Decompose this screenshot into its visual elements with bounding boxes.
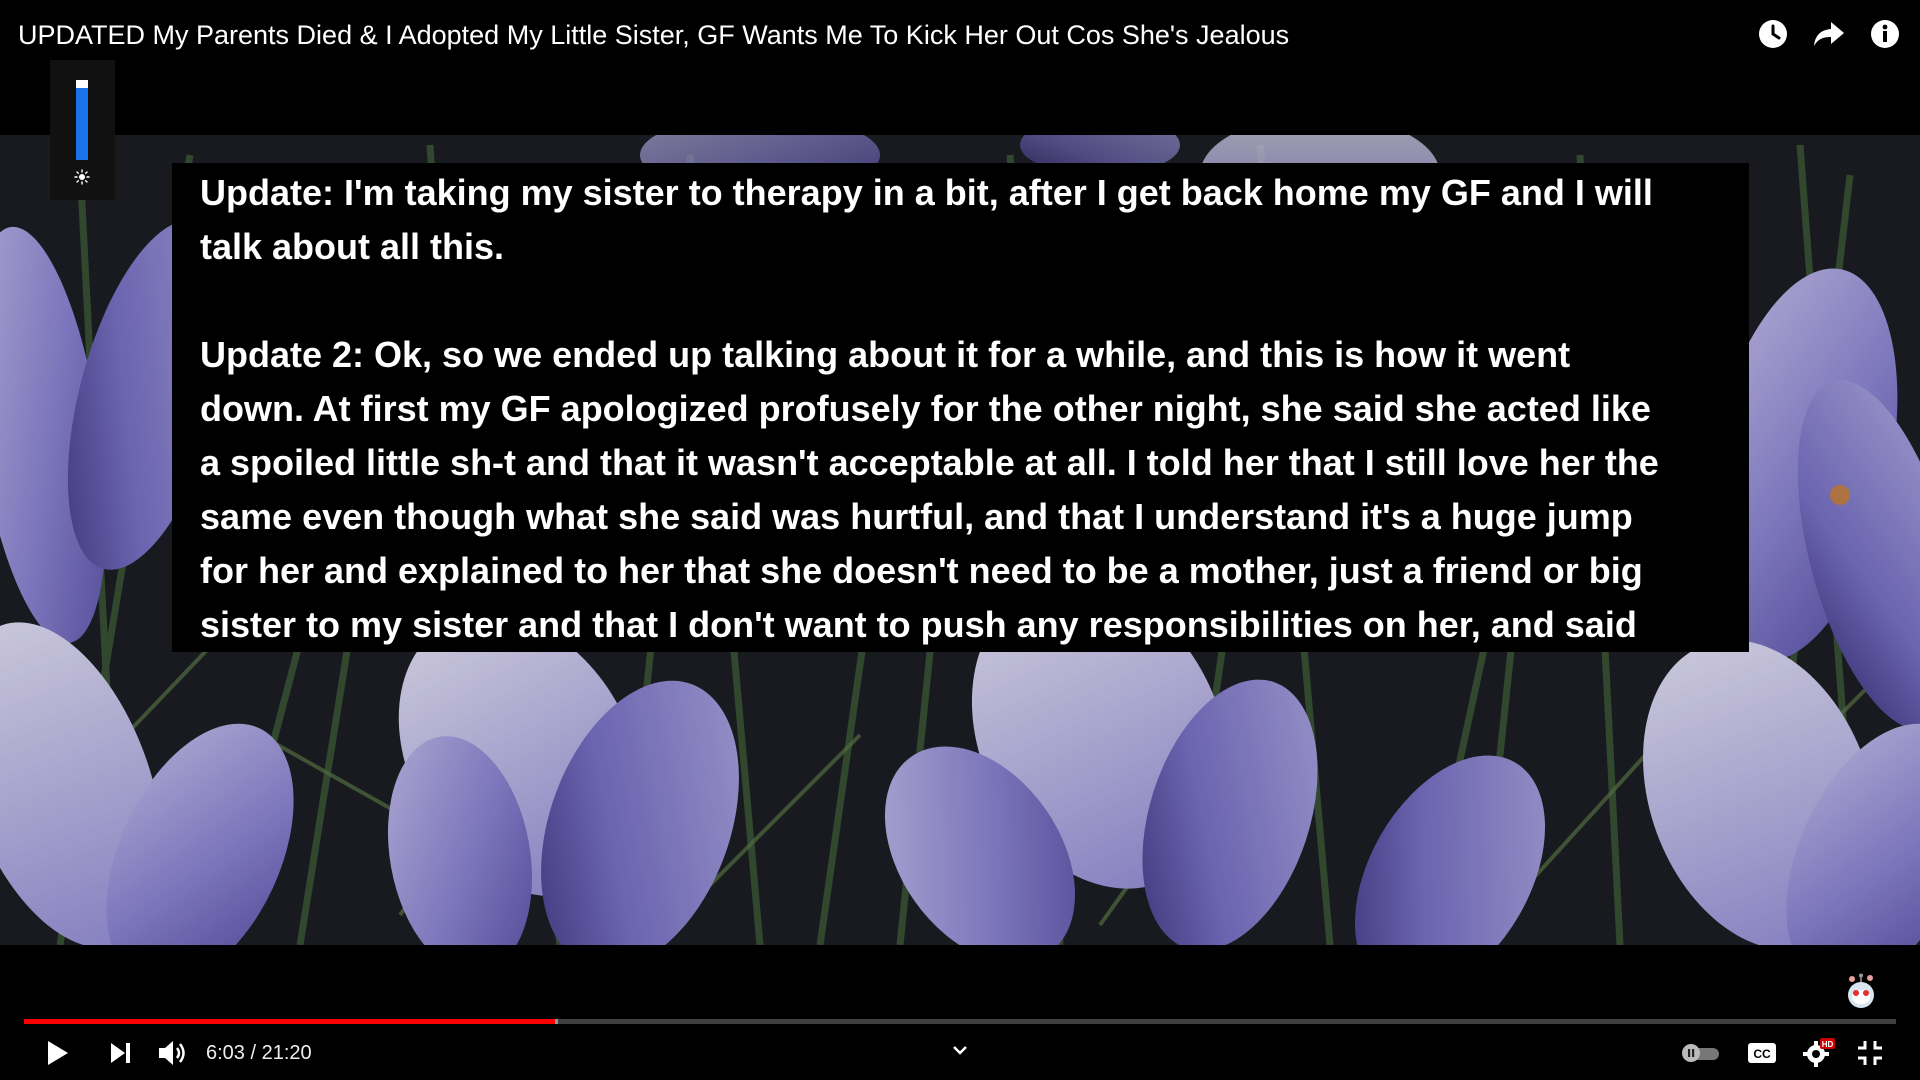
progress-bar[interactable] [24, 1019, 1896, 1024]
time-display: 6:03 / 21:20 [206, 1042, 312, 1064]
svg-text:CC: CC [1753, 1047, 1771, 1061]
settings-button[interactable]: HD [1798, 1035, 1838, 1070]
clock-icon [1759, 20, 1787, 48]
exit-fullscreen-button[interactable] [1852, 1035, 1888, 1070]
chevron-down-icon[interactable] [950, 1043, 970, 1057]
progress-played [24, 1019, 555, 1024]
info-button[interactable] [1868, 17, 1902, 51]
brightness-level-fill [76, 88, 88, 160]
brightness-overlay[interactable] [50, 60, 115, 200]
caption-paragraph-2: Update 2: Ok, so we ended up talking abo… [200, 334, 1659, 645]
top-icons [1756, 17, 1902, 51]
caption-text-box: Update: I'm taking my sister to therapy … [172, 163, 1749, 652]
captions-button[interactable]: CC [1744, 1035, 1780, 1070]
play-button[interactable] [40, 1035, 76, 1070]
volume-icon [159, 1040, 185, 1065]
top-bar: UPDATED My Parents Died & I Adopted My L… [0, 0, 1920, 72]
exit-fullscreen-icon [1858, 1040, 1882, 1065]
watch-later-button[interactable] [1756, 17, 1790, 51]
info-icon [1871, 20, 1899, 48]
caption-paragraph-1: Update: I'm taking my sister to therapy … [200, 172, 1653, 267]
brightness-slider[interactable] [76, 80, 88, 160]
sun-icon [74, 169, 90, 185]
autoplay-toggle-icon [1682, 1043, 1719, 1062]
autoplay-toggle[interactable] [1678, 1035, 1722, 1070]
share-icon [1814, 22, 1844, 46]
volume-button[interactable] [154, 1035, 192, 1070]
next-button[interactable] [102, 1035, 138, 1070]
reddit-mascot-icon [1848, 973, 1874, 1008]
svg-text:HD: HD [1822, 1040, 1834, 1049]
play-icon [48, 1040, 68, 1065]
skip-next-icon [111, 1042, 130, 1063]
closed-captions-icon: CC [1748, 1042, 1776, 1063]
video-player[interactable]: Update: I'm taking my sister to therapy … [0, 0, 1920, 1080]
video-title[interactable]: UPDATED My Parents Died & I Adopted My L… [18, 20, 1289, 51]
share-button[interactable] [1812, 17, 1846, 51]
gear-icon: HD [1803, 1037, 1835, 1067]
